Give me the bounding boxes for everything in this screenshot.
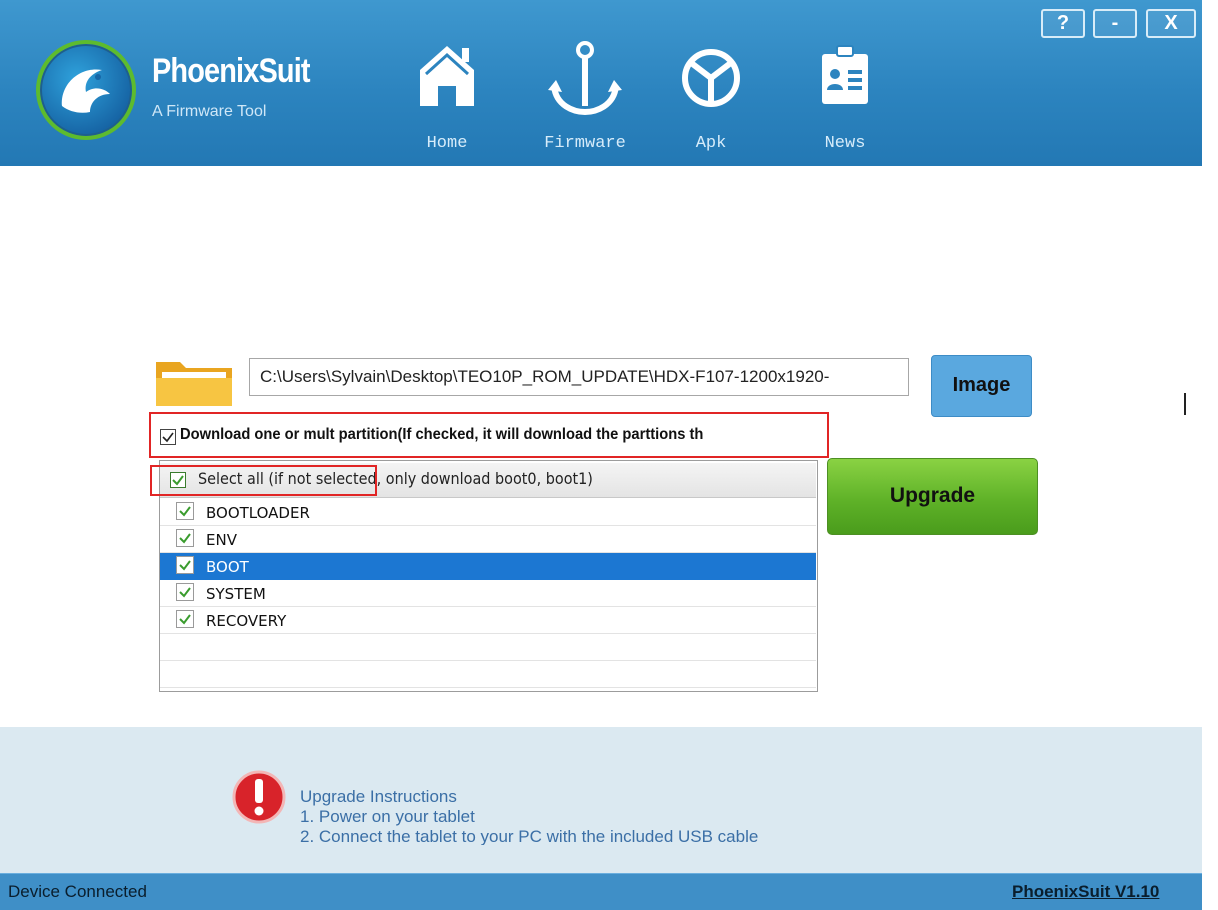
partition-row-boot[interactable]: BOOT bbox=[160, 553, 816, 580]
app-subtitle: A Firmware Tool bbox=[152, 103, 267, 120]
anchor-icon bbox=[530, 40, 640, 120]
upgrade-button[interactable]: Upgrade bbox=[827, 458, 1038, 535]
partition-row-bootloader[interactable]: BOOTLOADER bbox=[160, 499, 816, 526]
instructions-title: Upgrade Instructions bbox=[300, 787, 457, 806]
image-button[interactable]: Image bbox=[931, 355, 1032, 417]
partition-checkbox[interactable] bbox=[176, 583, 194, 601]
minimize-button[interactable]: - bbox=[1093, 9, 1137, 38]
image-path-field[interactable]: C:\Users\Sylvain\Desktop\TEO10P_ROM_UPDA… bbox=[249, 358, 909, 396]
nav-firmware[interactable]: Firmware bbox=[530, 40, 640, 160]
partition-label: ENV bbox=[206, 531, 237, 549]
partition-label: SYSTEM bbox=[206, 585, 266, 603]
nav-firmware-label: Firmware bbox=[544, 134, 626, 153]
text-cursor bbox=[1184, 393, 1186, 415]
partition-checkbox[interactable] bbox=[176, 529, 194, 547]
nav-news-label: News bbox=[824, 134, 866, 153]
folder-icon[interactable] bbox=[154, 356, 234, 408]
nav-news[interactable]: News bbox=[800, 40, 890, 160]
select-all-highlight bbox=[150, 465, 377, 496]
nav-home-label: Home bbox=[426, 134, 468, 153]
partition-checkbox[interactable] bbox=[176, 610, 194, 628]
partition-checkbox[interactable] bbox=[176, 502, 194, 520]
partition-row-system[interactable]: SYSTEM bbox=[160, 580, 816, 607]
phoenix-logo-icon bbox=[36, 40, 136, 140]
instruction-step: 1. Power on your tablet bbox=[300, 807, 475, 826]
partition-row-empty bbox=[160, 661, 816, 688]
news-icon bbox=[800, 40, 890, 120]
partition-row-empty bbox=[160, 634, 816, 661]
version-link[interactable]: PhoenixSuit V1.10 bbox=[1012, 882, 1159, 902]
download-partition-label[interactable]: Download one or mult partition(If checke… bbox=[180, 426, 765, 444]
device-status: Device Connected bbox=[8, 882, 147, 901]
nav-home[interactable]: Home bbox=[402, 40, 492, 160]
upgrade-instructions: Upgrade Instructions 1. Power on your ta… bbox=[300, 787, 758, 845]
help-button[interactable]: ? bbox=[1041, 9, 1085, 38]
partition-row-recovery[interactable]: RECOVERY bbox=[160, 607, 816, 634]
nav-apk-label: Apk bbox=[695, 134, 727, 153]
warning-icon bbox=[232, 770, 286, 824]
partition-label: RECOVERY bbox=[206, 612, 287, 630]
partition-label: BOOT bbox=[206, 558, 249, 576]
app-name: PhoenixSuit bbox=[152, 52, 311, 90]
home-icon bbox=[402, 40, 492, 120]
nav-apk[interactable]: Apk bbox=[666, 40, 756, 160]
close-button[interactable]: X bbox=[1146, 9, 1196, 38]
partition-checkbox[interactable] bbox=[176, 556, 194, 574]
partition-row-env[interactable]: ENV bbox=[160, 526, 816, 553]
apk-icon bbox=[666, 40, 756, 120]
instruction-step: 2. Connect the tablet to your PC with th… bbox=[300, 827, 759, 845]
partition-label: BOOTLOADER bbox=[206, 504, 310, 522]
download-partition-checkbox[interactable] bbox=[160, 429, 176, 445]
